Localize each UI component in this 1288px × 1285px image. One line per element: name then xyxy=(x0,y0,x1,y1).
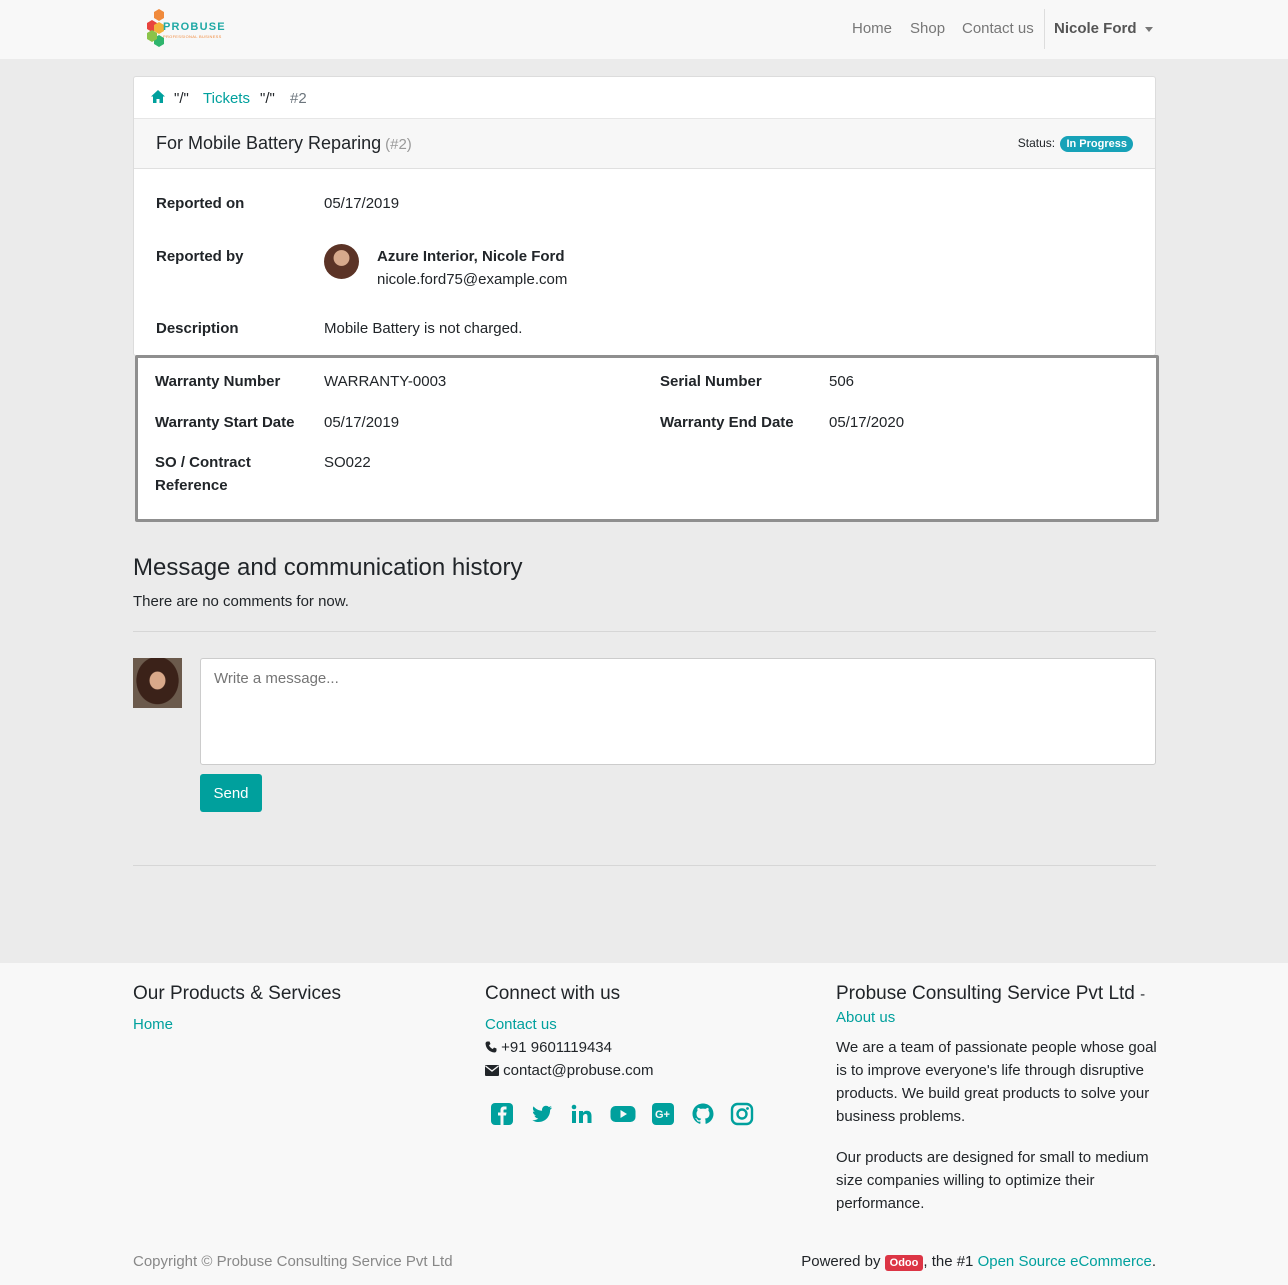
no-comments-text: There are no comments for now. xyxy=(133,593,349,610)
message-history-heading: Message and communication history xyxy=(133,554,523,581)
warranty-details-box: Warranty Number WARRANTY-0003 Serial Num… xyxy=(135,355,1159,522)
company-dash: - xyxy=(1140,986,1146,1003)
breadcrumb-current: #2 xyxy=(290,90,307,107)
logo-text: PROBUSE xyxy=(163,21,226,33)
divider xyxy=(133,865,1156,866)
phone-number: +91 9601119434 xyxy=(501,1039,612,1056)
footer-products-heading: Our Products & Services xyxy=(133,983,342,1004)
ticket-number: (#2) xyxy=(385,136,412,153)
logo-subtext: PROFESSIONAL BUSINESS xyxy=(163,34,222,39)
footer-products-paragraph: Our products are designed for small to m… xyxy=(836,1149,1149,1212)
serial-number-label: Serial Number xyxy=(660,373,762,390)
nav-home[interactable]: Home xyxy=(852,20,892,37)
breadcrumb: "/" Tickets "/" #2 xyxy=(134,77,1155,119)
powered-by: Powered by Odoo, the #1 Open Source eCom… xyxy=(801,1253,1156,1271)
status-label: Status: xyxy=(1017,136,1056,150)
phone-icon xyxy=(485,1041,497,1053)
youtube-icon[interactable] xyxy=(610,1102,636,1126)
home-icon[interactable] xyxy=(151,90,165,107)
breadcrumb-separator: "/" xyxy=(260,90,275,107)
ticket-card: "/" Tickets "/" #2 For Mobile Battery Re… xyxy=(133,76,1156,356)
footer-company-heading: Probuse Consulting Service Pvt Ltd - xyxy=(836,983,1145,1005)
user-avatar xyxy=(133,658,182,708)
powered-suffix: . xyxy=(1151,1253,1156,1270)
envelope-icon xyxy=(485,1065,499,1076)
ticket-title-text: For Mobile Battery Reparing xyxy=(156,133,382,153)
github-icon[interactable] xyxy=(691,1102,715,1126)
status-badge: In Progress xyxy=(1060,136,1133,152)
breadcrumb-tickets[interactable]: Tickets xyxy=(203,90,250,107)
user-menu-dropdown[interactable]: Nicole Ford xyxy=(1054,20,1153,37)
open-source-ecommerce-link[interactable]: Open Source eCommerce xyxy=(978,1253,1152,1270)
nav-divider xyxy=(1044,9,1045,49)
warranty-start-value: 05/17/2019 xyxy=(324,414,400,431)
footer-connect-heading: Connect with us xyxy=(485,983,621,1004)
so-reference-value: SO022 xyxy=(324,454,371,471)
svg-text:G+: G+ xyxy=(655,1109,670,1121)
breadcrumb-separator: "/" xyxy=(174,90,189,107)
nav-shop[interactable]: Shop xyxy=(910,20,945,37)
ticket-status: Status: In Progress xyxy=(1018,136,1133,152)
description-label: Description xyxy=(156,320,239,337)
google-plus-icon[interactable]: G+ xyxy=(651,1102,675,1126)
warranty-number-value: WARRANTY-0003 xyxy=(324,373,447,390)
reporter-name: Azure Interior, Nicole Ford xyxy=(377,248,565,265)
powered-mid: , the #1 xyxy=(923,1253,974,1270)
user-name: Nicole Ford xyxy=(1054,20,1137,37)
warranty-end-value: 05/17/2020 xyxy=(829,414,905,431)
odoo-badge[interactable]: Odoo xyxy=(884,1255,924,1271)
footer-email: contact@probuse.com xyxy=(485,1062,653,1079)
so-reference-label-line2: Reference xyxy=(155,477,228,494)
divider xyxy=(133,631,1156,632)
probuse-logo[interactable]: PROBUSE PROFESSIONAL BUSINESS xyxy=(145,8,225,50)
copyright-text: Copyright © Probuse Consulting Service P… xyxy=(133,1253,453,1270)
twitter-icon[interactable] xyxy=(530,1102,554,1126)
reporter-email: nicole.ford75@example.com xyxy=(377,271,568,288)
send-button[interactable]: Send xyxy=(200,774,262,812)
warranty-number-label: Warranty Number xyxy=(155,373,281,390)
description-value: Mobile Battery is not charged. xyxy=(324,320,523,337)
ticket-title: For Mobile Battery Reparing (#2) xyxy=(156,133,412,154)
nav-contact-us[interactable]: Contact us xyxy=(962,20,1034,37)
reported-on-value: 05/17/2019 xyxy=(324,195,400,212)
warranty-start-label: Warranty Start Date xyxy=(155,414,295,431)
footer-contact-link[interactable]: Contact us xyxy=(485,1016,557,1033)
company-name: Probuse Consulting Service Pvt Ltd xyxy=(836,983,1135,1004)
email-address: contact@probuse.com xyxy=(503,1062,654,1079)
facebook-icon[interactable] xyxy=(490,1102,514,1126)
instagram-icon[interactable] xyxy=(730,1102,754,1126)
powered-prefix: Powered by xyxy=(801,1253,881,1270)
reporter-avatar xyxy=(324,244,359,279)
linkedin-icon[interactable] xyxy=(570,1102,594,1126)
message-input[interactable] xyxy=(200,658,1156,765)
so-reference-label: SO / Contract xyxy=(155,454,251,471)
footer-about-paragraph: We are a team of passionate people whose… xyxy=(836,1039,1157,1125)
serial-number-value: 506 xyxy=(829,373,855,390)
reported-by-label: Reported by xyxy=(156,248,244,265)
warranty-end-label: Warranty End Date xyxy=(660,414,794,431)
footer-phone: +91 9601119434 xyxy=(485,1039,612,1056)
footer-about-link[interactable]: About us xyxy=(836,1009,895,1026)
reported-on-label: Reported on xyxy=(156,195,245,212)
ticket-header: For Mobile Battery Reparing (#2) Status: … xyxy=(134,119,1155,169)
top-navbar: PROBUSE PROFESSIONAL BUSINESS Home Shop … xyxy=(0,0,1288,59)
chevron-down-icon xyxy=(1144,26,1153,32)
footer-home-link[interactable]: Home xyxy=(133,1016,173,1033)
